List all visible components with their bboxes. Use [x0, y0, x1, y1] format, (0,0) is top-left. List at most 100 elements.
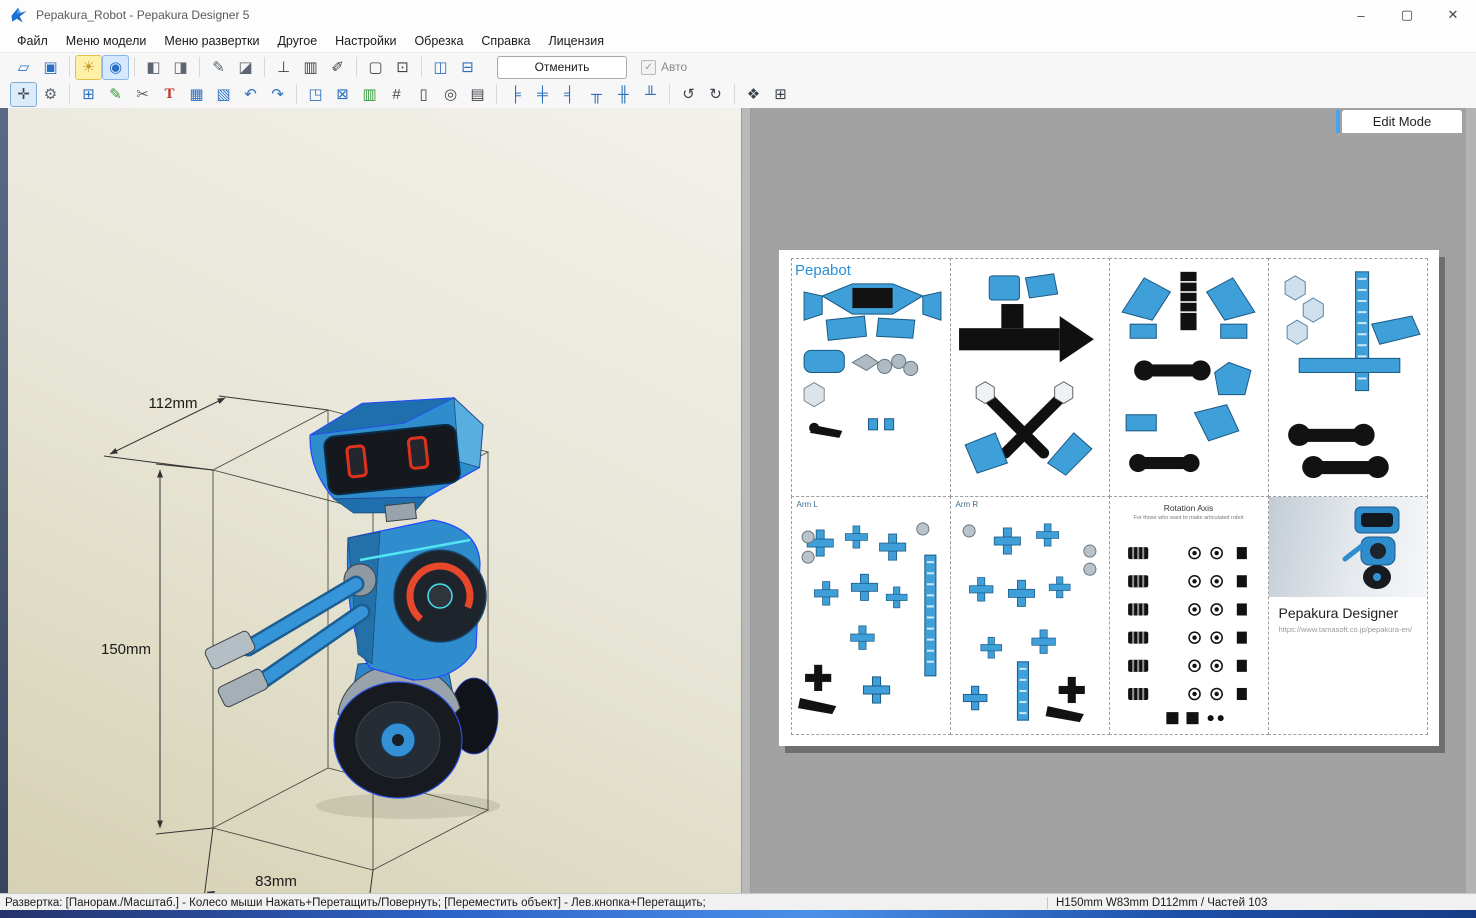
menu-license[interactable]: Лицензия	[539, 32, 613, 50]
pattern-page: Pepabot	[779, 250, 1439, 746]
menu-file[interactable]: Файл	[8, 32, 57, 50]
align-right-icon[interactable]: ╡	[557, 83, 582, 106]
pattern-cell-branding: Pepakura Designer https://www.tamasoft.c…	[1268, 496, 1428, 735]
page-icon[interactable]: ▯	[411, 83, 436, 106]
toolbar-separator	[421, 57, 422, 77]
select-parts-icon[interactable]: ⊡	[390, 56, 415, 79]
rotate-view-icon[interactable]: ⚙	[38, 83, 63, 106]
toolbar-separator	[734, 84, 735, 104]
toolbar-separator	[199, 57, 200, 77]
pages-icon[interactable]: ◳	[303, 83, 328, 106]
pattern-cell-body-7[interactable]	[1268, 258, 1428, 497]
text-icon[interactable]: T	[157, 83, 182, 106]
menu-crop[interactable]: Обрезка	[405, 32, 472, 50]
dimension-depth	[104, 396, 328, 470]
brand-robot-image	[1337, 501, 1417, 593]
dim-width-label: 83mm	[255, 873, 297, 890]
texture-display-icon[interactable]: ◉	[103, 56, 128, 79]
save-icon[interactable]: ▣	[38, 56, 63, 79]
menu-unfold[interactable]: Меню развертки	[155, 32, 268, 50]
pattern-cell-arm-l[interactable]: Arm L	[791, 496, 951, 735]
toolbar-separator	[356, 57, 357, 77]
menubar: Файл Меню модели Меню развертки Другое Н…	[0, 30, 1476, 52]
align-left-icon[interactable]: ╞	[503, 83, 528, 106]
menu-model[interactable]: Меню модели	[57, 32, 156, 50]
pattern-panel[interactable]: Edit Mode Pepabot	[751, 108, 1466, 893]
eraser-icon[interactable]: ◪	[233, 56, 258, 79]
menu-settings[interactable]: Настройки	[326, 32, 405, 50]
pen-icon[interactable]: ✎	[206, 56, 231, 79]
pattern-grid: Arm L	[791, 258, 1427, 734]
wrench-icon[interactable]: ✐	[325, 56, 350, 79]
cell-label-arm-r: Arm R	[956, 500, 979, 509]
page-title: Pepabot	[795, 262, 851, 279]
toolbar-separator	[296, 84, 297, 104]
undo-icon[interactable]: ↶	[238, 83, 263, 106]
pattern-shapes	[1110, 497, 1268, 734]
close-button[interactable]: ✕	[1430, 0, 1476, 30]
minimize-button[interactable]: –	[1338, 0, 1384, 30]
paint-mesh-icon[interactable]: ◧	[141, 56, 166, 79]
rotate-left-icon[interactable]: ↺	[676, 83, 701, 106]
print-icon[interactable]: ▤	[465, 83, 490, 106]
rotation-axis-subtitle: For those who want to make articulated r…	[1114, 515, 1264, 521]
window-title: Pepakura_Robot - Pepakura Designer 5	[36, 8, 249, 22]
target-icon[interactable]: ◎	[438, 83, 463, 106]
model-3d-scene: 150mm 112mm 83mm	[8, 108, 741, 893]
auto-checkbox-group: ✓ Авто	[641, 60, 687, 75]
rotate-right-icon[interactable]: ↻	[703, 83, 728, 106]
net-icon[interactable]: ⊠	[330, 83, 355, 106]
pattern-cell-body-2[interactable]	[950, 258, 1110, 497]
columns-icon[interactable]: ▥	[298, 56, 323, 79]
align-middle-icon[interactable]: ╫	[611, 83, 636, 106]
pack-icon[interactable]: ⊞	[768, 83, 793, 106]
toolbar-separator	[69, 57, 70, 77]
viewport-3d[interactable]: 150mm 112mm 83mm	[8, 108, 741, 893]
pepakura-window: Pepakura_Robot - Pepakura Designer 5 – ▢…	[0, 0, 1476, 918]
pattern-cell-arm-r[interactable]: Arm R	[950, 496, 1110, 735]
arrange-icon[interactable]: ❖	[741, 83, 766, 106]
cut-icon[interactable]: ✂	[130, 83, 155, 106]
align-bottom-icon[interactable]: ╨	[638, 83, 663, 106]
edit-edge-icon[interactable]: ✎	[103, 83, 128, 106]
pattern-cell-legs[interactable]	[1109, 258, 1269, 497]
toolbar-separator	[669, 84, 670, 104]
split-pane-alt-icon[interactable]: ⊟	[455, 56, 480, 79]
select-box-icon[interactable]: ▢	[363, 56, 388, 79]
edit-mode-tab[interactable]: Edit Mode	[1342, 110, 1462, 133]
desktop-edge-right	[1466, 108, 1476, 893]
image-icon[interactable]: ▦	[184, 83, 209, 106]
split-pane-icon[interactable]: ◫	[428, 56, 453, 79]
edit-mode-accent	[1336, 110, 1340, 133]
pan-zoom-icon[interactable]: ✛	[11, 83, 36, 106]
paint-face-icon[interactable]: ◨	[168, 56, 193, 79]
pattern-cell-rotation-axis[interactable]: Rotation Axis For those who want to make…	[1109, 496, 1269, 735]
cell-label-arm-l: Arm L	[797, 500, 818, 509]
align-top-icon[interactable]: ╥	[584, 83, 609, 106]
chart-icon[interactable]: ▥	[357, 83, 382, 106]
redo-icon[interactable]: ↷	[265, 83, 290, 106]
align-center-icon[interactable]: ╪	[530, 83, 555, 106]
pane-splitter[interactable]	[741, 108, 751, 893]
menu-help[interactable]: Справка	[472, 32, 539, 50]
move-net-icon[interactable]: ⊞	[76, 83, 101, 106]
order-icon[interactable]: #	[384, 83, 409, 106]
auto-checkbox-label: Авто	[661, 60, 687, 74]
status-hint-text: Развертка: [Панорам./Масштаб.] - Колесо …	[0, 897, 1047, 909]
auto-checkbox[interactable]: ✓	[641, 60, 656, 75]
status-dimensions-text: H150mm W83mm D112mm / Частей 103	[1047, 897, 1476, 909]
open-icon[interactable]: ▱	[11, 56, 36, 79]
maximize-button[interactable]: ▢	[1384, 0, 1430, 30]
toolbar-separator	[264, 57, 265, 77]
toolbar-row-2: ✛ ⚙ ⊞ ✎ ✂ T ▦ ▧ ↶ ↷ ◳ ⊠ ▥ # ▯ ◎ ▤ ╞ ╪ ╡ …	[0, 80, 1476, 109]
pattern-cell-body-1[interactable]	[791, 258, 951, 497]
brand-name: Pepakura Designer	[1279, 605, 1399, 621]
cube-icon[interactable]: ▧	[211, 83, 236, 106]
light-bulb-icon[interactable]: ☀	[76, 56, 101, 79]
titlebar: Pepakura_Robot - Pepakura Designer 5 – ▢…	[0, 0, 1476, 31]
cancel-button[interactable]: Отменить	[497, 56, 627, 79]
pattern-shapes	[792, 497, 950, 734]
menu-other[interactable]: Другое	[268, 32, 326, 50]
pattern-shapes	[1110, 259, 1268, 496]
plumb-icon[interactable]: ⊥	[271, 56, 296, 79]
